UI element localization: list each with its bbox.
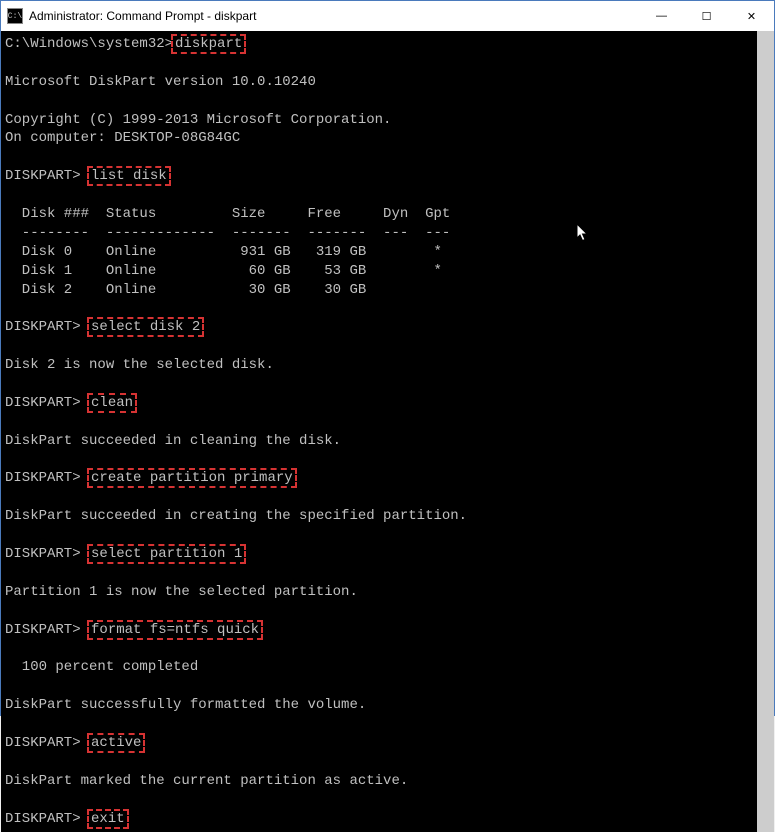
disk-row-1: Disk 1 Online 60 GB 53 GB * [5,263,442,279]
cmd-exit: exit [87,809,129,829]
diskpart-prompt: DISKPART> [5,470,89,486]
titlebar[interactable]: C:\ Administrator: Command Prompt - disk… [1,1,774,31]
cmd-select-disk: select disk 2 [87,317,204,337]
disk-table-divider: -------- ------------- ------- ------- -… [5,225,450,241]
cmd-diskpart: diskpart [171,34,246,54]
cmd-format: format fs=ntfs quick [87,620,263,640]
minimize-button[interactable]: — [639,1,684,31]
diskpart-prompt: DISKPART> [5,319,89,335]
mouse-cursor-icon [577,224,590,244]
maximize-button[interactable]: ☐ [684,1,729,31]
active-success-msg: DiskPart marked the current partition as… [5,773,408,789]
diskpart-prompt: DISKPART> [5,622,89,638]
diskpart-prompt: DISKPART> [5,546,89,562]
app-icon: C:\ [7,8,23,24]
copyright-line: Copyright (C) 1999-2013 Microsoft Corpor… [5,112,391,128]
disk-selected-msg: Disk 2 is now the selected disk. [5,357,274,373]
format-success-msg: DiskPart successfully formatted the volu… [5,697,366,713]
diskpart-prompt: DISKPART> [5,395,89,411]
terminal-area: C:\Windows\system32>diskpart Microsoft D… [1,31,774,832]
create-success-msg: DiskPart succeeded in creating the speci… [5,508,467,524]
close-button[interactable]: ✕ [729,1,774,31]
window-title: Administrator: Command Prompt - diskpart [29,9,639,23]
clean-success-msg: DiskPart succeeded in cleaning the disk. [5,433,341,449]
partition-selected-msg: Partition 1 is now the selected partitio… [5,584,358,600]
format-progress-msg: 100 percent completed [5,659,198,675]
command-prompt-window: C:\ Administrator: Command Prompt - disk… [0,0,775,716]
cmd-select-partition: select partition 1 [87,544,246,564]
cmd-clean: clean [87,393,137,413]
diskpart-prompt: DISKPART> [5,735,89,751]
cmd-list-disk: list disk [87,166,171,186]
vertical-scrollbar[interactable] [757,31,774,832]
computer-line: On computer: DESKTOP-08G84GC [5,130,240,146]
disk-table-header: Disk ### Status Size Free Dyn Gpt [5,206,450,222]
window-controls: — ☐ ✕ [639,1,774,31]
diskpart-prompt: DISKPART> [5,168,89,184]
terminal-output[interactable]: C:\Windows\system32>diskpart Microsoft D… [1,31,757,832]
cmd-create-partition: create partition primary [87,468,297,488]
version-line: Microsoft DiskPart version 10.0.10240 [5,74,316,90]
scrollbar-thumb[interactable] [757,31,774,832]
cmd-active: active [87,733,145,753]
disk-row-2: Disk 2 Online 30 GB 30 GB [5,282,366,298]
diskpart-prompt: DISKPART> [5,811,89,827]
initial-prompt: C:\Windows\system32> [5,36,173,52]
disk-row-0: Disk 0 Online 931 GB 319 GB * [5,244,442,260]
